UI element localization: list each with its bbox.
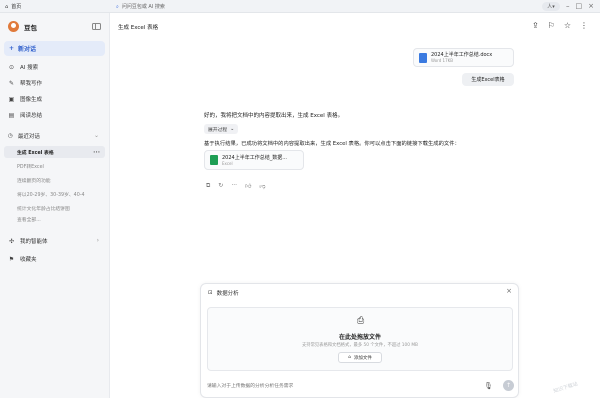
minimize-button[interactable]: – (566, 2, 570, 11)
chart-icon: ⊡ (208, 290, 213, 296)
sidebar-item-writing[interactable]: ✎ 帮我写作 (4, 76, 105, 90)
brand: 豆包 (8, 21, 37, 32)
user-menu[interactable]: 人 ▾ (542, 2, 560, 11)
data-analysis-panel: ⊡ 数据分析 × ⎙ 在此处拖放文件 支持常见表格和文档格式，最多 50 个文件，… (200, 283, 519, 398)
close-icon[interactable]: × (506, 287, 512, 295)
search-icon: ⌕ (116, 3, 119, 10)
home-tab[interactable]: ⌂ 首页 (5, 2, 21, 11)
star-icon[interactable]: ☆ (564, 21, 571, 30)
history-item[interactable]: 连续翻页的功能 (4, 174, 105, 186)
sidebar-item-favorites[interactable]: ⚑ 收藏夹 (4, 252, 105, 266)
sidebar-item-reading[interactable]: ▤ 阅读总结 (4, 108, 105, 122)
bookmark-icon: ⚑ (8, 255, 15, 263)
assistant-reply-1: 好的，我将把文档中的内容提取出来，生成 Excel 表格。 (204, 113, 344, 119)
search-icon: ⊙ (8, 63, 15, 71)
assistant-reply-2: 基于执行结果，已成功将文档中的内容提取出来，生成 Excel 表格。你可以点击下… (204, 141, 460, 147)
doubao-logo (8, 21, 19, 32)
history-item[interactable]: 统计文化年龄占比结饼图 (4, 202, 105, 214)
add-file-button[interactable]: ⌂ 添加文件 (338, 352, 382, 363)
home-icon: ⌂ (5, 3, 9, 10)
user-message: 生成Excel表格 (462, 73, 514, 86)
recent-header[interactable]: ◷ 最近对话 (8, 132, 40, 140)
chevron-down-icon: ⌄ (230, 126, 235, 132)
file-drop-zone[interactable]: ⎙ 在此处拖放文件 支持常见表格和文档格式，最多 50 个文件，不超过 100 … (207, 307, 513, 371)
image-icon: ▣ (8, 95, 15, 103)
chevron-right-icon[interactable]: › (97, 237, 99, 244)
agent-icon: ✣ (8, 237, 15, 245)
sidebar-item-agents[interactable]: ✣ 我的智能体 (4, 234, 105, 248)
expand-process-button[interactable]: 展开过程 ⌄ (204, 124, 239, 134)
share-icon[interactable]: ⇪ (532, 21, 539, 30)
watermark: 知识下载站 (552, 381, 579, 395)
send-button[interactable]: ↑ (503, 380, 514, 391)
plus-icon: + (9, 45, 15, 52)
page-title: 生成 Excel 表格 (118, 25, 159, 31)
view-all-link[interactable]: 查看全部... (17, 216, 41, 223)
attached-file-card[interactable]: 2024上半年工作总结.docx Word 17KB (413, 48, 514, 67)
thumbs-down-icon[interactable]: 👎︎ (259, 182, 265, 190)
new-chat-button[interactable]: + 新对话 (4, 41, 105, 56)
address-bar[interactable]: ⌕ 问问豆包或 AI 搜索 (116, 2, 165, 11)
bookmark-icon[interactable]: ⚐ (548, 21, 555, 30)
paperclip-icon: ⌂ (348, 355, 351, 360)
excel-file-icon (210, 155, 218, 165)
sidebar: 豆包 + 新对话 ⊙ AI 搜索 ✎ 帮我写作 ▣ 图像生成 ▤ 阅读总结 ◷ 最近对话 ⌄… (0, 13, 110, 398)
close-button[interactable]: × (588, 2, 594, 11)
history-item[interactable]: 将以20-29岁、30-39岁、40-4 (4, 188, 105, 200)
sidebar-collapse-icon[interactable] (92, 23, 101, 30)
maximize-button[interactable]: □ (576, 2, 583, 11)
sidebar-item-image[interactable]: ▣ 图像生成 (4, 92, 105, 106)
more-icon[interactable]: ··· (231, 182, 237, 190)
pen-icon: ✎ (8, 79, 15, 87)
sidebar-item-ai-search[interactable]: ⊙ AI 搜索 (4, 60, 105, 74)
regenerate-icon[interactable]: ↻ (218, 182, 223, 190)
microphone-icon[interactable]: 🎙︎ (484, 382, 493, 390)
excel-file-card[interactable]: 2024上半年工作总结_数据... Excel (204, 150, 304, 170)
word-file-icon (419, 52, 427, 63)
book-icon: ▤ (8, 111, 15, 119)
clock-icon: ◷ (8, 133, 13, 139)
history-item-active[interactable]: 生成 Excel 表格 ··· (4, 146, 105, 158)
upload-file-icon: ⎙ (357, 316, 365, 326)
thumbs-up-icon[interactable]: 👍︎ (245, 182, 251, 190)
message-input[interactable] (207, 380, 513, 392)
top-bar: ⌂ 首页 ⌕ 问问豆包或 AI 搜索 人 ▾ – □ × (0, 0, 600, 13)
copy-icon[interactable]: ⧉ (206, 182, 210, 190)
more-icon[interactable]: ⋮ (580, 21, 588, 30)
history-item[interactable]: PDF转Excel (4, 160, 105, 172)
chevron-down-icon[interactable]: ⌄ (94, 132, 99, 139)
more-icon[interactable]: ··· (93, 149, 100, 156)
